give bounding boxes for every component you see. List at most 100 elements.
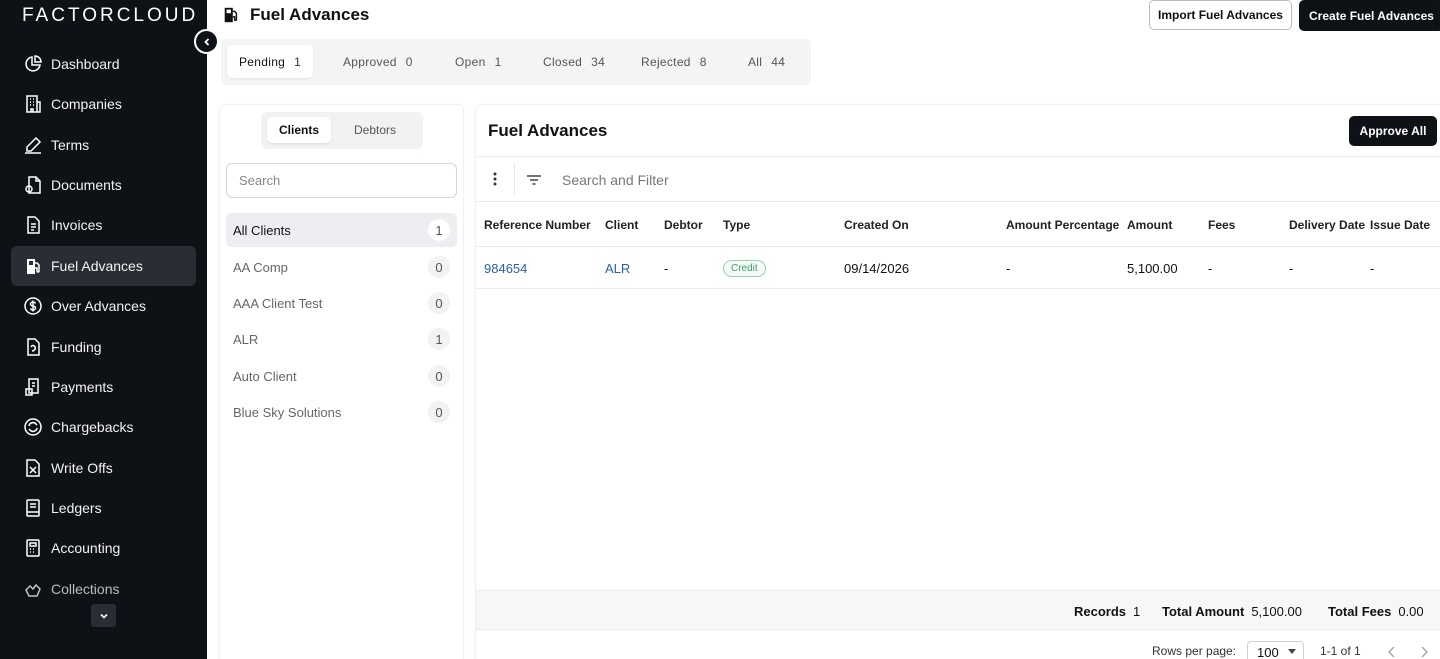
client-name: All Clients	[233, 222, 291, 238]
column-header[interactable]: Issue Date	[1370, 202, 1430, 247]
total-amount-value: 5,100.00	[1251, 603, 1302, 619]
client-count-badge: 1	[428, 328, 450, 350]
column-header[interactable]: Created On	[844, 202, 909, 247]
total-amount: Total Amount 5,100.00	[1162, 591, 1302, 631]
column-header[interactable]: Amount Percentage	[1006, 202, 1119, 247]
sidebar-item-over-advances[interactable]: Over Advances	[11, 286, 196, 326]
import-fuel-advances-button[interactable]: Import Fuel Advances	[1149, 0, 1292, 30]
previous-page-button[interactable]	[1384, 643, 1400, 659]
app-logo: FACTORCLOUD	[22, 5, 199, 26]
column-header[interactable]: Amount	[1127, 202, 1172, 247]
column-header[interactable]: Fees	[1208, 202, 1235, 247]
total-fees: Total Fees 0.00	[1328, 591, 1424, 631]
more-options-button[interactable]	[486, 169, 504, 189]
client-search-input[interactable]	[226, 163, 457, 198]
search-and-filter-input[interactable]	[562, 168, 962, 192]
filter-icon[interactable]	[524, 170, 544, 190]
sidebar-scroll-down-button[interactable]	[91, 604, 116, 627]
sidebar-item-chargebacks[interactable]: Chargebacks	[11, 407, 196, 447]
tab-label: Approved	[343, 54, 397, 69]
column-header[interactable]: Debtor	[664, 202, 703, 247]
client-name: Blue Sky Solutions	[233, 404, 342, 420]
payments-icon	[25, 378, 39, 396]
fees-cell: -	[1208, 260, 1213, 276]
client-list-item[interactable]: Blue Sky Solutions 0	[226, 395, 457, 429]
panel-title: Fuel Advances	[488, 121, 608, 140]
chevron-left-icon	[1388, 646, 1395, 658]
ledger-icon	[26, 499, 40, 517]
column-header[interactable]: Reference Number	[484, 202, 591, 247]
sidebar-item-write-offs[interactable]: Write Offs	[11, 448, 196, 488]
tab-pending[interactable]: Pending 1	[227, 45, 314, 78]
approve-all-button[interactable]: Approve All	[1349, 116, 1437, 146]
client-list-item[interactable]: Auto Client 0	[226, 359, 457, 393]
calculator-icon	[26, 539, 40, 557]
client-list-item[interactable]: AA Comp 0	[226, 250, 457, 284]
column-header[interactable]: Client	[605, 202, 638, 247]
sidebar-item-payments[interactable]: Payments	[11, 367, 196, 407]
reference-number-link[interactable]: 984654	[484, 247, 527, 289]
chargeback-icon	[24, 418, 42, 436]
amount-cell: 5,100.00	[1127, 260, 1178, 276]
pagination: Rows per page: 100 1-1 of 1	[476, 640, 1440, 659]
records-value: 1	[1133, 603, 1141, 619]
sidebar-item-label: Terms	[51, 137, 90, 153]
dollar-circle-icon	[24, 297, 42, 315]
tab-label: Rejected	[641, 54, 691, 69]
column-header[interactable]: Type	[723, 202, 750, 247]
rows-per-page-select[interactable]: 100	[1247, 641, 1304, 659]
client-list-item[interactable]: All Clients 1	[226, 213, 457, 247]
sidebar-item-fuel-advances[interactable]: Fuel Advances	[11, 246, 196, 286]
sidebar-item-terms[interactable]: Terms	[11, 125, 196, 165]
credit-type-badge: Credit	[723, 259, 766, 277]
client-list-item[interactable]: ALR 1	[226, 322, 457, 356]
segment-clients[interactable]: Clients	[267, 117, 331, 143]
rows-per-page-value: 100	[1257, 644, 1279, 659]
client-count-badge: 0	[428, 401, 450, 423]
clients-panel: Clients Debtors All Clients 1 AA Comp 0 …	[220, 105, 463, 659]
client-link[interactable]: ALR	[605, 247, 630, 289]
sidebar-item-invoices[interactable]: Invoices	[11, 205, 196, 245]
caret-down-icon	[1288, 649, 1296, 654]
tab-closed[interactable]: Closed 34	[531, 45, 617, 78]
chevron-down-icon	[99, 613, 108, 619]
sidebar-item-companies[interactable]: Companies	[11, 84, 196, 124]
client-list-item[interactable]: AAA Client Test 0	[226, 286, 457, 320]
sidebar-collapse-button[interactable]	[194, 29, 219, 54]
tab-count: 1	[294, 54, 302, 69]
column-header[interactable]: Delivery Date	[1289, 202, 1365, 247]
sidebar-item-ledgers[interactable]: Ledgers	[11, 488, 196, 528]
create-fuel-advances-button[interactable]: Create Fuel Advances	[1299, 0, 1440, 31]
tab-count: 1	[494, 54, 502, 69]
tab-approved[interactable]: Approved 0	[331, 45, 425, 78]
fuel-pump-icon	[27, 259, 40, 274]
next-page-button[interactable]	[1416, 643, 1432, 659]
sidebar-item-documents[interactable]: Documents	[11, 165, 196, 205]
chevron-left-icon	[203, 37, 209, 46]
clients-debtors-toggle: Clients Debtors	[261, 112, 423, 149]
fuel-advances-table-panel: Fuel Advances Approve All Reference Numb…	[476, 105, 1440, 659]
issue-date-cell: -	[1370, 260, 1375, 276]
sidebar-item-label: Fuel Advances	[51, 258, 143, 274]
sidebar-item-funding[interactable]: Funding	[11, 327, 196, 367]
rows-per-page-label: Rows per page:	[1152, 644, 1237, 658]
sidebar-item-collections[interactable]: Collections	[11, 569, 196, 609]
total-fees-label: Total Fees	[1328, 603, 1392, 619]
segment-debtors[interactable]: Debtors	[341, 117, 409, 143]
kebab-menu-icon	[493, 172, 497, 186]
client-count-badge: 1	[428, 219, 450, 241]
sidebar-item-dashboard[interactable]: Dashboard	[11, 44, 196, 84]
type-cell: Credit	[723, 247, 766, 289]
page-range: 1-1 of 1	[1320, 644, 1361, 658]
total-fees-value: 0.00	[1398, 603, 1424, 619]
tab-all[interactable]: All 44	[736, 45, 797, 78]
table-row[interactable]: 984654 ALR - Credit 09/14/2026 - 5,100.0…	[476, 247, 1440, 289]
tab-rejected[interactable]: Rejected 8	[629, 45, 719, 78]
sidebar-item-accounting[interactable]: Accounting	[11, 528, 196, 568]
page-title: Fuel Advances	[250, 5, 370, 24]
records-label: Records	[1074, 603, 1127, 619]
fuel-pump-icon	[224, 7, 238, 23]
tab-open[interactable]: Open 1	[443, 45, 514, 78]
pen-signature-icon	[25, 136, 42, 154]
records-total: Records 1	[1074, 591, 1140, 631]
